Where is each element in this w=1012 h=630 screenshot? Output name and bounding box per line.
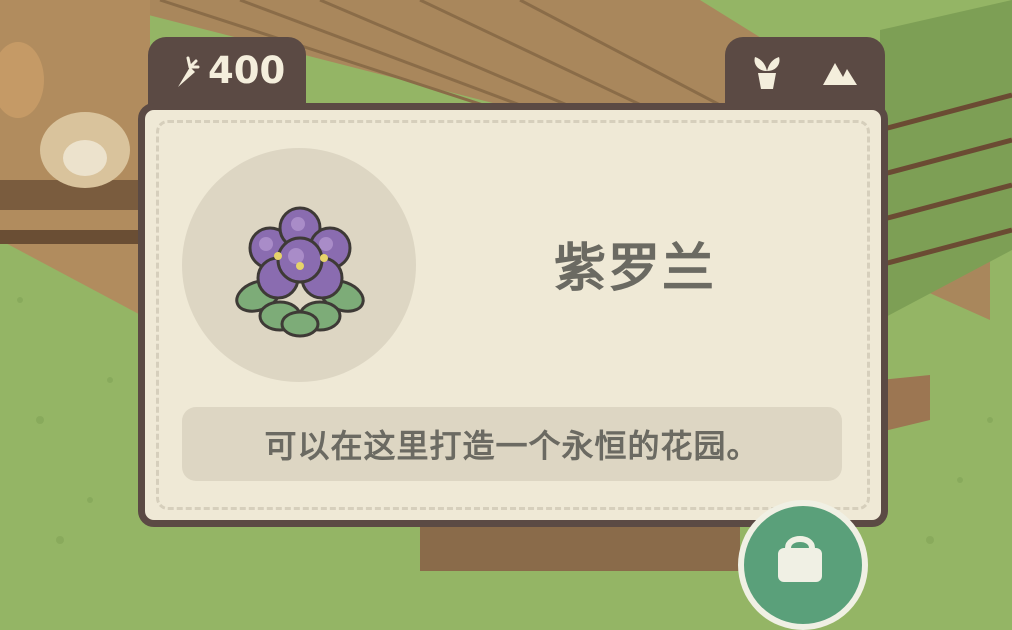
carrot-icon [178,56,200,87]
plant-pot-icon[interactable] [747,51,787,93]
item-name: 紫罗兰 [553,239,716,299]
violet-flower-icon [235,206,365,338]
mountain-icon[interactable] [819,51,859,93]
carrot-count: 400 [208,49,286,92]
description-box: 可以在这里打造一个永恒的花园。 [182,407,842,481]
item-portrait [182,148,416,382]
bag-icon [778,536,822,582]
item-description: 可以在这里打造一个永恒的花园。 [264,427,760,465]
bag-button[interactable] [738,500,868,630]
